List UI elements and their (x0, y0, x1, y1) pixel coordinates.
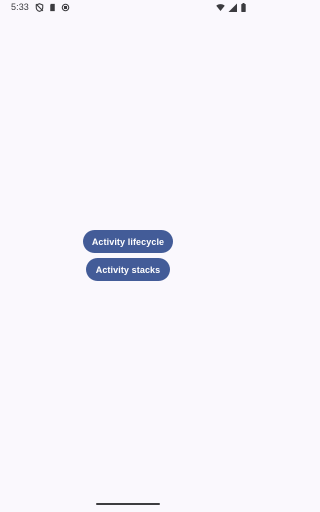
status-time: 5:33 (11, 2, 29, 12)
navigation-gesture-handle[interactable] (96, 503, 160, 505)
signal-icon (228, 3, 237, 12)
app-screen: 5:33 Activity lifecycle Activity stacks (0, 0, 256, 512)
activity-lifecycle-button[interactable]: Activity lifecycle (83, 230, 173, 253)
battery-saver-icon (61, 3, 70, 12)
activity-stacks-button[interactable]: Activity stacks (86, 258, 170, 281)
sim-card-icon (48, 3, 57, 12)
wifi-icon (216, 3, 225, 12)
status-bar-left: 5:33 (11, 2, 70, 12)
status-bar: 5:33 (0, 0, 256, 14)
battery-icon (240, 2, 246, 12)
status-bar-right (216, 2, 246, 12)
shield-off-icon (35, 2, 44, 12)
